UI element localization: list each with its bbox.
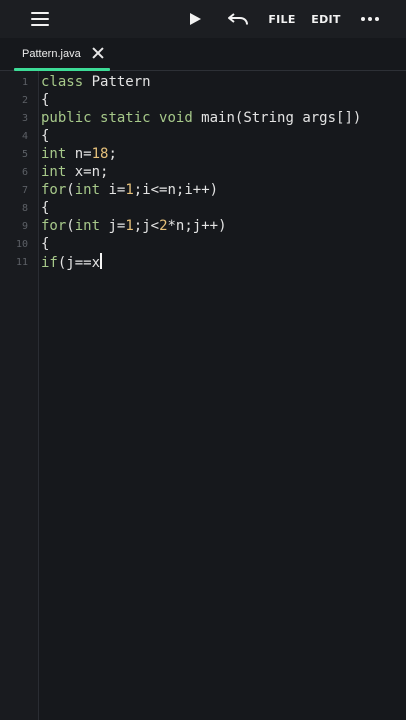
line-number: 8 [21,203,28,214]
code-line: for(int i=1;i<=n;i++) [41,182,219,198]
line-number: 7 [21,185,28,196]
line-number: 3 [21,113,28,124]
hamburger-icon [31,12,49,26]
code-line: int x=n; [41,164,109,180]
code-line: for(int j=1;j<2*n;j++) [41,218,227,234]
close-icon[interactable] [92,47,104,59]
code-line: int n=18; [41,146,117,162]
line-number: 4 [21,131,28,142]
code-line: { [41,200,50,216]
line-number: 10 [15,239,28,250]
code-line: { [41,92,50,108]
edit-menu-button[interactable]: EDIT [308,0,344,38]
menu-button[interactable] [22,0,58,38]
line-number: 6 [21,167,28,178]
line-number: 1 [21,77,28,88]
tab-bar: Pattern.java [0,38,406,71]
line-number: 5 [21,149,28,160]
tab-filename: Pattern.java [22,48,81,60]
code-line-current: if(j==x [41,253,102,271]
file-menu-button[interactable]: FILE [264,0,300,38]
code-line: { [41,128,50,144]
line-number: 2 [21,95,28,106]
code-line: class Pattern [41,74,151,90]
code-line: public static void main(String args[]) [41,110,362,126]
line-number: 11 [15,257,28,268]
more-dots-icon [361,17,379,21]
undo-icon [228,13,248,25]
run-button[interactable] [180,0,210,38]
code-line: { [41,236,50,252]
more-options-button[interactable] [354,0,386,38]
line-number-gutter: 1 2 3 4 5 6 7 8 9 10 11 [0,71,39,720]
tab-pattern-java[interactable]: Pattern.java [14,38,110,70]
undo-button[interactable] [222,0,254,38]
toolbar: FILE EDIT [0,0,406,38]
code-editor[interactable]: 1 2 3 4 5 6 7 8 9 10 11 class Pattern { … [0,71,406,720]
text-cursor [100,253,102,269]
line-number: 9 [21,221,28,232]
play-icon [190,13,201,25]
